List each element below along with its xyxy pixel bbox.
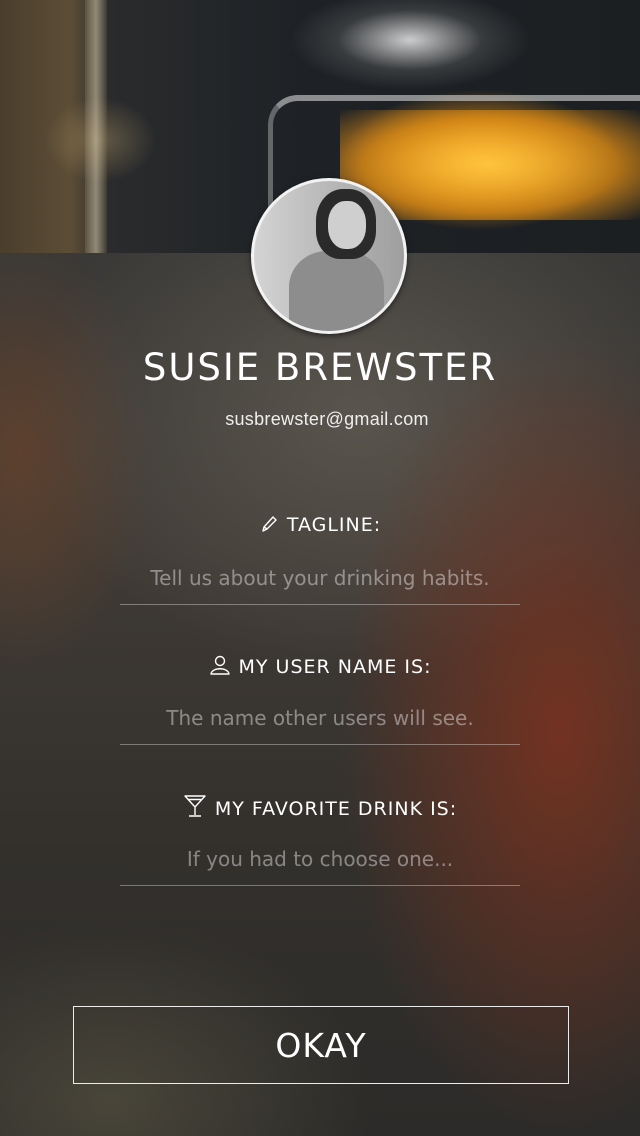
username-label-text: MY USER NAME IS: bbox=[238, 656, 432, 678]
avatar-body bbox=[289, 251, 384, 331]
tagline-input[interactable] bbox=[120, 557, 520, 605]
profile-email: susbrewster@gmail.com bbox=[225, 409, 429, 429]
glass-left bbox=[85, 0, 107, 253]
profile-name: SUSIE BREWSTER bbox=[142, 346, 498, 389]
avatar[interactable] bbox=[251, 178, 407, 334]
tagline-label-text: TAGLINE: bbox=[286, 514, 382, 536]
username-label: MY USER NAME IS: bbox=[0, 654, 640, 681]
cocktail-icon bbox=[183, 794, 207, 823]
favorite-drink-label: MY FAVORITE DRINK IS: bbox=[0, 794, 640, 823]
okay-button[interactable]: OKAY bbox=[73, 1006, 569, 1084]
user-icon bbox=[209, 654, 231, 681]
favorite-drink-label-text: MY FAVORITE DRINK IS: bbox=[214, 798, 458, 820]
favorite-drink-input[interactable] bbox=[120, 838, 520, 886]
tagline-label: TAGLINE: bbox=[0, 514, 640, 539]
pencil-icon bbox=[259, 514, 279, 539]
username-input[interactable] bbox=[120, 697, 520, 745]
avatar-face bbox=[328, 201, 366, 249]
